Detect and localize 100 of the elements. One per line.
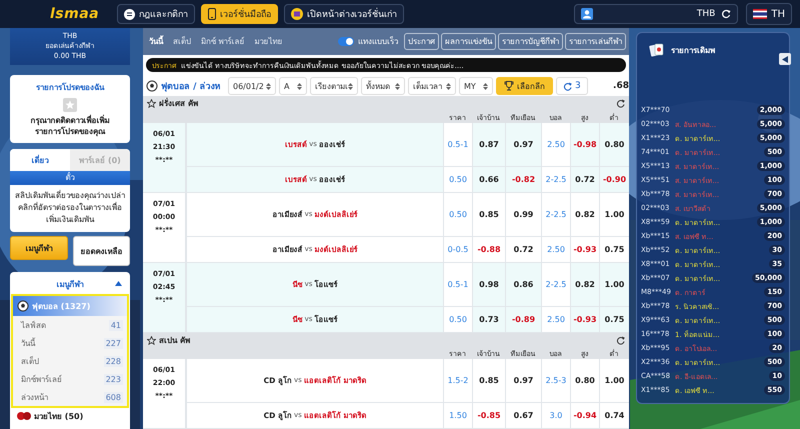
flag-icon (753, 9, 768, 19)
sport-submenu-item[interactable]: วันนี้ 227 (13, 334, 127, 352)
dropdown[interactable]: เต็มเวลา (408, 77, 456, 96)
goal-line-cell[interactable]: 2-2.5 (541, 166, 570, 192)
odds-cell[interactable]: -0.93 (570, 306, 599, 332)
sport-submenu-item[interactable]: ล่วงหน้า 608 (13, 388, 127, 406)
nav-tab[interactable]: มิกซ์ พาร์เลย์ (201, 35, 245, 48)
nav-button[interactable]: รายการเล่นกีฬา (565, 33, 626, 50)
sidebar-button[interactable]: เมนูกีฬา (10, 236, 68, 260)
count-badge: 608 (104, 392, 123, 402)
feed-title: รายการเดิมพ (671, 44, 715, 56)
odds-cell[interactable]: -0.88 (472, 236, 505, 262)
odds-cell[interactable]: -0.90 (599, 166, 629, 192)
goal-line-cell[interactable]: 2.50 (541, 306, 570, 332)
odds-cell[interactable]: 0.75 (599, 236, 629, 262)
nav-tab[interactable]: วันนี้ (149, 35, 163, 48)
dropdown[interactable]: 06/01/2 (228, 77, 276, 96)
star-icon (63, 98, 77, 112)
refresh-button[interactable]: 3 (556, 77, 588, 96)
handicap-cell[interactable]: 0.5-1 (443, 262, 472, 306)
league-select-button[interactable]: เลือกลีก (496, 77, 553, 96)
league-name: ฝรั่งเศส คัพ (159, 97, 198, 110)
account-bar[interactable]: THB (574, 4, 738, 24)
submenu-label: ไลฟ์สด (21, 320, 46, 332)
odds-cell[interactable]: 0.82 (570, 262, 599, 306)
bet-slip-header: ตั๋ว (10, 171, 130, 185)
odds-cell[interactable]: 0.72 (570, 166, 599, 192)
refresh-icon (721, 9, 732, 19)
odds-cell[interactable]: -0.85 (472, 402, 505, 428)
top-menu-button[interactable]: เปิดหน้าต่างเวอร์ชั่นเก่า (284, 4, 404, 24)
nav-button[interactable]: ประกาศ (404, 33, 439, 50)
sort-arrows-icon (266, 82, 271, 90)
handicap-cell[interactable]: 0.5-1 (443, 122, 472, 166)
collapse-button[interactable] (779, 53, 791, 65)
odds-cell[interactable]: -0.94 (570, 402, 599, 428)
toggle-switch[interactable] (338, 37, 354, 46)
star-icon (147, 99, 156, 108)
balance-amount: .68 (613, 81, 629, 92)
odds-cell[interactable]: 0.85 (472, 358, 505, 402)
star-icon (147, 336, 156, 345)
submenu-label: มิกซ์พาร์เลย์ (21, 374, 62, 386)
dropdown[interactable]: MY (459, 77, 493, 96)
currency-label: THB (696, 9, 716, 19)
odds-cell[interactable]: 0.98 (472, 262, 505, 306)
submenu-label: วันนี้ (21, 336, 35, 350)
nav-button[interactable]: ผลการแข่งขัน (441, 33, 496, 50)
sports-menu-title: เมนูกีฬา (56, 278, 84, 290)
odds-cell[interactable]: 1.00 (599, 192, 629, 236)
nav-tab[interactable]: มวยไทย (254, 35, 283, 48)
dropdown[interactable]: A (279, 77, 307, 96)
handicap-cell[interactable]: 0.50 (443, 166, 472, 192)
sort-arrows-icon (446, 82, 451, 90)
odds-cell[interactable]: 1.00 (599, 262, 629, 306)
nav-tab[interactable]: สเต็ป (173, 35, 191, 48)
language-selector[interactable]: TH (746, 3, 792, 25)
refresh-icon (563, 82, 572, 91)
odds-cell[interactable]: 0.75 (599, 306, 629, 332)
phone-icon (208, 8, 216, 20)
language-label: TH (771, 8, 785, 20)
count-badge: 223 (104, 374, 123, 384)
odds-cell[interactable]: 0.85 (472, 192, 505, 236)
count-badge: 227 (104, 338, 123, 348)
odds-cell[interactable]: 0.73 (472, 306, 505, 332)
top-menu-button[interactable]: เวอร์ชั่นมือถือ (201, 4, 278, 24)
odds-cell[interactable]: 0.80 (570, 358, 599, 402)
odds-cell[interactable]: 0.82 (570, 192, 599, 236)
odds-cell[interactable]: 0.74 (599, 402, 629, 428)
odds-cell[interactable]: 0.87 (472, 122, 505, 166)
odds-cell[interactable]: 0.66 (472, 166, 505, 192)
trophy-icon (504, 81, 514, 92)
count-badge: 41 (108, 320, 123, 330)
sort-arrows-icon (395, 82, 400, 90)
odds-cell[interactable]: -0.93 (570, 236, 599, 262)
sport-submenu-item[interactable]: ไลฟ์สด 41 (13, 316, 127, 334)
page-title: ฟุตบอล / ล่วงห (161, 80, 222, 94)
odds-cell[interactable]: 0.80 (599, 122, 629, 166)
bet-slip-message: สลิปเดิมพันเดี่ยวของคุณว่างเปล่า คลิกที่อัตราต่อรองในตารางเพื่อเพิ่มเงินเดิมพัน (14, 189, 126, 226)
sport-submenu-item[interactable]: สเต็ป 228 (13, 352, 127, 370)
league-name: สเปน คัพ (159, 334, 190, 347)
football-icon (17, 300, 29, 312)
sport-submenu-item[interactable]: มิกซ์พาร์เลย์ 223 (13, 370, 127, 388)
submenu-label: ล่วงหน้า (21, 392, 48, 404)
favorites-title: รายการโปรดของฉัน (35, 82, 106, 94)
cards-icon (649, 42, 665, 58)
dropdown[interactable]: ทั้งหมด (361, 77, 405, 96)
refresh-icon (616, 336, 625, 345)
sort-arrows-icon (483, 82, 488, 90)
favorites-message: กรุณากดติดดาวเพื่อเพิ่มรายการโปรดของคุณ (30, 114, 110, 138)
dropdown[interactable]: เรียงตามเ (310, 77, 358, 96)
nav-button[interactable]: รายการบัญชีกีฬา (498, 33, 563, 50)
odds-cell[interactable]: -0.98 (570, 122, 599, 166)
sidebar-button[interactable]: ยอดคงเหลือ (72, 236, 130, 266)
top-menu-button[interactable]: กฎและกติกา (117, 4, 196, 24)
goal-line-cell[interactable]: 2-2.5 (541, 262, 570, 306)
sort-arrows-icon (297, 82, 302, 90)
handicap-cell[interactable]: 0.50 (443, 306, 472, 332)
triangle-left-icon (782, 56, 788, 62)
odds-cell[interactable]: 1.00 (599, 358, 629, 402)
goal-line-cell[interactable]: 2.50 (541, 122, 570, 166)
refresh-icon (616, 99, 625, 108)
